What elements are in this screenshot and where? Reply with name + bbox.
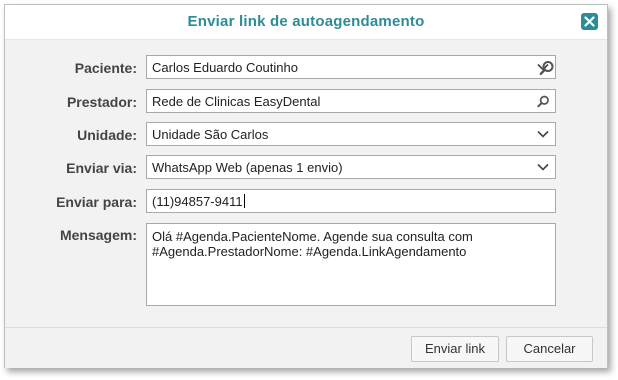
mensagem-label: Mensagem: bbox=[59, 227, 137, 243]
enviar-para-value: (11)94857-9411 bbox=[152, 194, 243, 209]
unidade-label: Unidade: bbox=[77, 127, 137, 143]
form-body: Paciente: Carlos Eduardo Coutinho Presta… bbox=[5, 40, 607, 327]
text-caret bbox=[243, 194, 245, 208]
prestador-field[interactable]: Rede de Clinicas EasyDental bbox=[146, 89, 556, 113]
autoagendamento-dialog: Enviar link de autoagendamento Paciente:… bbox=[4, 4, 608, 368]
enviar-via-label: Enviar via: bbox=[66, 160, 137, 176]
chevron-down-icon bbox=[537, 130, 549, 138]
prestador-value: Rede de Clinicas EasyDental bbox=[152, 94, 321, 109]
mensagem-textarea[interactable]: Olá #Agenda.PacienteNome. Agende sua con… bbox=[146, 223, 556, 306]
search-icon[interactable] bbox=[538, 59, 556, 77]
search-icon[interactable] bbox=[536, 94, 551, 109]
paciente-label: Paciente: bbox=[74, 60, 137, 76]
close-icon bbox=[584, 16, 595, 27]
paciente-select[interactable]: Carlos Eduardo Coutinho bbox=[146, 55, 556, 79]
enviar-para-input[interactable]: (11)94857-9411 bbox=[146, 189, 556, 213]
title-bar: Enviar link de autoagendamento bbox=[5, 5, 607, 40]
cancel-button[interactable]: Cancelar bbox=[506, 336, 593, 362]
prestador-label: Prestador: bbox=[66, 94, 137, 110]
enviar-via-select[interactable]: WhatsApp Web (apenas 1 envio) bbox=[146, 155, 556, 179]
paciente-value: Carlos Eduardo Coutinho bbox=[152, 60, 298, 75]
dialog-footer: Enviar link Cancelar bbox=[5, 327, 607, 368]
enviar-para-label: Enviar para: bbox=[56, 194, 137, 210]
send-link-button[interactable]: Enviar link bbox=[411, 336, 499, 362]
enviar-via-value: WhatsApp Web (apenas 1 envio) bbox=[152, 160, 343, 175]
unidade-value: Unidade São Carlos bbox=[152, 127, 269, 142]
dialog-title: Enviar link de autoagendamento bbox=[187, 13, 425, 30]
unidade-select[interactable]: Unidade São Carlos bbox=[146, 122, 556, 146]
chevron-down-icon bbox=[537, 163, 549, 171]
close-button[interactable] bbox=[581, 13, 598, 30]
